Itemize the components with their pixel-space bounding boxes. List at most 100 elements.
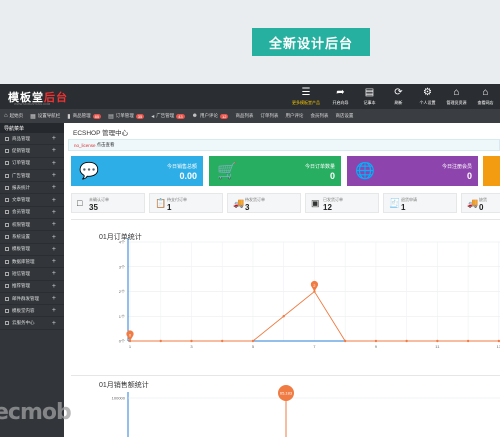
nav-item-10[interactable]: 商店设置 xyxy=(335,113,353,119)
menu-icon xyxy=(5,235,9,240)
expand-icon[interactable]: + xyxy=(52,147,56,154)
stat-box-0[interactable]: □ 未确认订单 35 xyxy=(71,193,145,213)
expand-icon[interactable]: + xyxy=(52,172,56,179)
extra-card[interactable] xyxy=(483,156,500,186)
menu-icon xyxy=(5,148,9,153)
nav-item-4[interactable]: ◂ 广告管理 43 xyxy=(151,113,185,120)
sidebar-item-15[interactable]: 云服务中心 + xyxy=(0,317,64,330)
top-action-0[interactable]: ☰ 更多模板堂产品 xyxy=(286,84,326,109)
sidebar-item-12[interactable]: 推荐管理 + xyxy=(0,281,64,293)
y-tick-label: 4个 xyxy=(119,240,125,245)
sidebar-item-6[interactable]: 会员管理 + xyxy=(0,207,64,220)
sidebar-item-11[interactable]: 短信管理 + xyxy=(0,268,64,281)
license-link[interactable]: no_license xyxy=(74,143,96,148)
sidebar-item-label: 权限管理 xyxy=(12,221,30,227)
expand-icon[interactable]: + xyxy=(52,135,56,142)
sidebar-item-0[interactable]: 商品管理 + xyxy=(0,133,64,146)
menu-icon xyxy=(5,321,9,326)
expand-icon[interactable]: + xyxy=(52,258,56,265)
expand-icon[interactable]: + xyxy=(52,209,56,216)
top-action-1[interactable]: ➦ 开启向导 xyxy=(326,84,355,109)
x-tick-label: 3 xyxy=(190,344,193,349)
sales-total-card[interactable]: 💬 今日销售总额 0.00 xyxy=(71,156,203,186)
truck2-icon: 🚚 xyxy=(467,198,479,208)
order-chart-panel: 01月订单统计 0个 1个 2个 3个 4个 1 3 5 7 9 11 13 0 2 xyxy=(71,219,500,369)
sidebar-item-8[interactable]: 系统设置 + xyxy=(0,231,64,244)
member-count-card[interactable]: 🌐 今日注册会员 0 xyxy=(347,156,478,186)
sidebar: 导航菜单 商品管理 + 促销管理 + 订单管理 + 广告管理 + 报表统计 + 文章管理 + 会员管理 +… xyxy=(0,123,64,437)
menu-icon xyxy=(5,222,9,227)
nav-item-label: 商品列表 xyxy=(235,113,254,118)
nav-item-8[interactable]: 用户评论 xyxy=(285,113,303,119)
expand-icon[interactable]: + xyxy=(52,160,56,167)
nav-item-label: 设置导航栏 xyxy=(37,113,61,118)
license-text[interactable]: 点击查看 xyxy=(97,142,115,148)
sidebar-item-13[interactable]: 邮件群发管理 + xyxy=(0,293,64,306)
nav-item-9[interactable]: 会员列表 xyxy=(310,113,328,119)
stat-box-1[interactable]: 📋 待支付订单 1 xyxy=(149,193,223,213)
sidebar-item-14[interactable]: 模板堂内容 + xyxy=(0,305,64,318)
y-tick-label: 0个 xyxy=(119,339,125,344)
sidebar-item-9[interactable]: 模板管理 + xyxy=(0,244,64,256)
refresh-icon: ⟳ xyxy=(394,87,403,98)
receipt-icon: 🧾 xyxy=(389,198,401,208)
sidebar-item-label: 促销管理 xyxy=(12,147,30,153)
expand-icon[interactable]: + xyxy=(52,295,56,302)
expand-icon[interactable]: + xyxy=(52,307,56,314)
expand-icon[interactable]: + xyxy=(52,197,56,204)
sidebar-item-3[interactable]: 广告管理 + xyxy=(0,170,64,183)
sidebar-item-4[interactable]: 报表统计 + xyxy=(0,182,64,195)
top-action-4[interactable]: ⚙ 个人设置 xyxy=(413,84,442,109)
top-action-5[interactable]: ⌂ 管理员资源 xyxy=(442,84,471,109)
stat-box-2[interactable]: 🚚 待发货订单 3 xyxy=(227,193,301,213)
clipboard-icon: 📋 xyxy=(155,198,167,208)
nav-item-2[interactable]: ▮ 商品管理 85 xyxy=(67,113,102,120)
stat-value: 3 xyxy=(245,203,250,212)
sidebar-item-label: 推荐管理 xyxy=(12,283,30,289)
y-tick-label: 1个 xyxy=(119,314,125,319)
top-action-3[interactable]: ⟳ 刷新 xyxy=(384,84,413,109)
stat-box-3[interactable]: ▣ 已发货订单 12 xyxy=(305,193,379,213)
data-point xyxy=(190,339,193,343)
y-tick-label: 2个 xyxy=(119,289,125,294)
logo-subtitle: WWW.MOBANTANG.COM xyxy=(14,102,51,106)
stat-value: 1 xyxy=(167,203,172,212)
nav-item-0[interactable]: ⌂ 起始页 xyxy=(4,113,23,119)
expand-icon[interactable]: + xyxy=(52,221,56,228)
expand-icon[interactable]: + xyxy=(52,320,56,327)
nav-item-5[interactable]: ☻ 用户评论 12 xyxy=(192,113,229,119)
sidebar-item-10[interactable]: 数据库管理 + xyxy=(0,256,64,269)
expand-icon[interactable]: + xyxy=(52,246,56,253)
top-action-label: 更多模板堂产品 xyxy=(292,100,320,105)
expand-icon[interactable]: + xyxy=(52,283,56,290)
stat-box-5[interactable]: 🚚 缺货 0 xyxy=(461,193,500,213)
expand-icon[interactable]: + xyxy=(52,184,56,191)
order-icon: ▤ xyxy=(108,113,114,120)
card-value: 0 xyxy=(329,171,335,181)
order-count-card[interactable]: 🛒 今日订单数量 0 xyxy=(209,156,341,186)
nav-item-3[interactable]: ▤ 订单管理 35 xyxy=(108,113,145,120)
quick-navbar: ⌂ 起始页 ▦ 设置导航栏 ▮ 商品管理 85 ▤ 订单管理 35 ◂ 广告管理 43 ☻ 用户评论 12 商品… xyxy=(0,109,500,123)
top-action-6[interactable]: ⌂ 查看网店 xyxy=(471,84,500,109)
admin-window: 模板堂后台 WWW.MOBANTANG.COM ☰ 更多模板堂产品 ➦ 开启向导 ▤ 记事… xyxy=(0,84,500,437)
nav-badge: 43 xyxy=(176,113,185,119)
nav-item-6[interactable]: 商品列表 xyxy=(235,113,253,119)
top-action-label: 管理员资源 xyxy=(446,100,467,105)
top-bar: 模板堂后台 WWW.MOBANTANG.COM ☰ 更多模板堂产品 ➦ 开启向导 ▤ 记事… xyxy=(0,84,500,109)
stat-box-4[interactable]: 🧾 退货申请 1 xyxy=(383,193,457,213)
data-point xyxy=(343,339,347,343)
expand-icon[interactable]: + xyxy=(52,234,56,241)
sidebar-item-5[interactable]: 文章管理 + xyxy=(0,194,64,207)
sidebar-item-1[interactable]: 促销管理 + xyxy=(0,145,64,158)
expand-icon[interactable]: + xyxy=(52,270,56,277)
x-tick-label: 9 xyxy=(375,344,378,349)
top-action-2[interactable]: ▤ 记事本 xyxy=(355,84,384,109)
menu-icon xyxy=(5,198,9,203)
nav-item-1[interactable]: ▦ 设置导航栏 xyxy=(30,113,60,120)
watermark: ecmob xyxy=(0,400,72,425)
sidebar-item-label: 会员管理 xyxy=(12,209,30,215)
sidebar-item-7[interactable]: 权限管理 + xyxy=(0,219,64,232)
sidebar-item-2[interactable]: 订单管理 + xyxy=(0,158,64,170)
nav-item-7[interactable]: 订单列表 xyxy=(260,113,278,119)
chat-icon: 💬 xyxy=(79,163,99,180)
